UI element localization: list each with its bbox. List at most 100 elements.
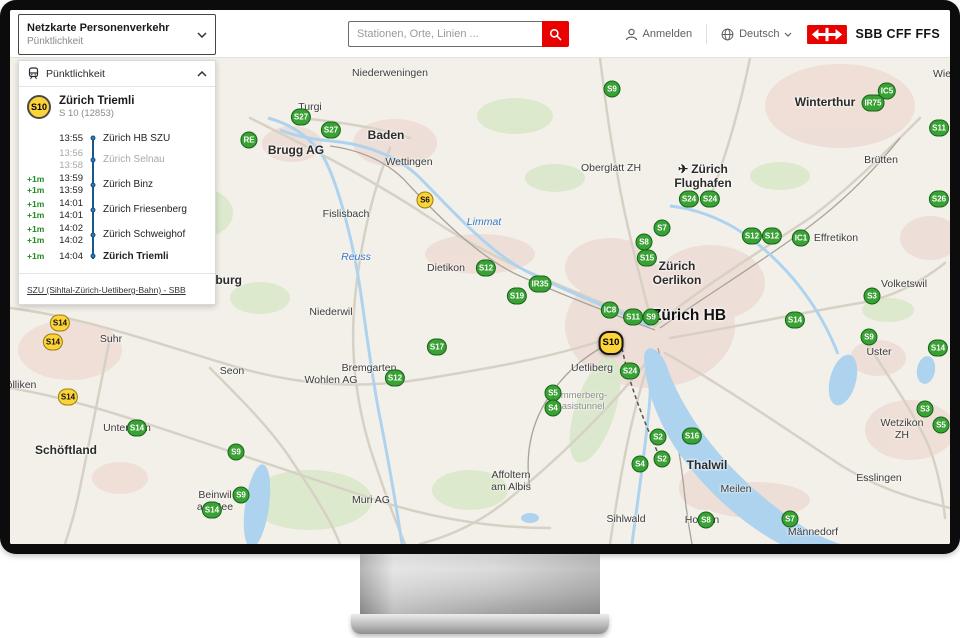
map-layer-selector[interactable]: Netzkarte Personenverkehr Pünktlichkeit [18,14,216,55]
delay-label: +1m [27,251,51,261]
train-badge[interactable]: S12 [742,228,762,245]
map-label: Kölliken [10,379,36,391]
map-label-text: Fislisbach [323,208,370,220]
language-label: Deutsch [739,28,779,40]
stop-row[interactable]: +1m+1m14:0214:02Zürich Schweighof [27,222,209,247]
train-badge[interactable]: IR75 [862,95,885,112]
train-badge[interactable]: S14 [928,340,948,357]
stop-row[interactable]: 13:55Zürich HB SZU [27,129,209,147]
map-label: ✈Zürich Flughafen [674,163,731,191]
map-label-text: Suhr [100,333,122,345]
train-badge[interactable]: S14 [785,312,805,329]
punctuality-panel: Pünktlichkeit S10 Zürich Triemli S 10 (1… [18,60,216,305]
selected-train-badge[interactable]: S10 [599,331,624,355]
train-badge[interactable]: S14 [58,389,78,406]
panel-title: Pünktlichkeit [46,68,191,80]
train-badge[interactable]: S14 [50,315,70,332]
map-label-text: Wetzikon ZH [881,417,924,441]
logo-text: SBB CFF FFS [855,27,940,41]
stop-time: 13:59 [59,173,83,184]
map-label: Männedorf [788,526,838,538]
timeline-cell [85,198,101,221]
train-badge[interactable]: S3 [864,288,881,305]
map-label-text: Zürich Oerlikon [653,259,702,287]
map-label-text: Baden [368,128,405,142]
train-badge[interactable]: S24 [620,363,640,380]
train-badge[interactable]: S12 [385,370,405,387]
time-column: 14:0114:01 [51,198,85,221]
train-badge[interactable]: S24 [679,191,699,208]
train-badge[interactable]: S2 [654,451,671,468]
map-label-text: Wettingen [385,156,432,168]
language-selector[interactable]: Deutsch [721,28,792,41]
train-badge[interactable]: S26 [929,191,949,208]
train-badge[interactable]: RE [240,132,257,149]
stop-time: 14:02 [59,223,83,234]
train-badge[interactable]: S19 [507,288,527,305]
chevron-up-icon[interactable] [197,71,207,77]
timeline-cell [85,130,101,146]
train-badge[interactable]: S9 [228,444,245,461]
train-badge[interactable]: S24 [700,191,720,208]
map-label-text: Uetliberg [571,362,613,374]
train-icon [27,67,40,80]
train-badge[interactable]: S8 [698,512,715,529]
train-badge[interactable]: IC1 [792,230,810,247]
train-badge[interactable]: S3 [917,401,934,418]
train-badge[interactable]: S15 [637,250,657,267]
map-label: Esslingen [856,472,902,484]
train-badge[interactable]: S14 [202,502,222,519]
stop-row[interactable]: +1m+1m14:0114:01Zürich Friesenberg [27,197,209,222]
timeline-dot [91,232,96,237]
stop-row[interactable]: 13:5613:58Zürich Selnau [27,147,209,172]
train-badge[interactable]: S14 [127,420,147,437]
train-badge[interactable]: S7 [782,511,799,528]
map-label-text: Oberglatt ZH [581,162,641,174]
login-button[interactable]: Anmelden [625,28,693,41]
stop-row[interactable]: +1m+1m13:5913:59Zürich Binz [27,172,209,197]
map-label-text: Zürich Flughafen [674,162,731,190]
train-badge[interactable]: S11 [623,309,643,326]
stop-row[interactable]: +1m14:04Zürich Triemli [27,247,209,265]
search-input[interactable] [348,21,542,47]
map-label: Brütten [864,154,898,166]
delay-column: +1m [27,251,51,261]
stop-name: Zürich Schweighof [101,229,209,240]
train-badge[interactable]: S4 [545,400,562,417]
delay-label: +1m [27,185,51,195]
operator-link[interactable]: SZU (Sihltal-Zürich-Uetliberg-Bahn) - SB… [27,285,186,295]
timeline-cell [85,173,101,196]
layer-selector-text: Netzkarte Personenverkehr Pünktlichkeit [27,22,197,47]
train-badge[interactable]: S9 [643,309,660,326]
train-badge[interactable]: S12 [476,260,496,277]
train-badge[interactable]: S16 [682,428,702,445]
map-label: Thalwil [687,459,728,473]
train-badge[interactable]: S12 [762,228,782,245]
map-label: Zürich Oerlikon [653,260,702,288]
train-badge[interactable]: S9 [604,81,621,98]
panel-header[interactable]: Pünktlichkeit [19,61,215,87]
sbb-logo[interactable]: SBB CFF FFS [806,25,940,44]
train-badge[interactable]: IR35 [529,276,552,293]
train-badge[interactable]: S14 [43,334,63,351]
map-label-text: Sihlwald [606,513,645,525]
train-badge[interactable]: S27 [321,122,341,139]
train-badge[interactable]: S9 [233,487,250,504]
delay-column: +1m+1m [27,199,51,220]
train-badge[interactable]: S27 [291,109,311,126]
train-badge[interactable]: S4 [632,456,649,473]
train-badge[interactable]: S9 [861,329,878,346]
train-badge[interactable]: S11 [929,120,949,137]
train-badge[interactable]: S7 [654,220,671,237]
map-label: Oberglatt ZH [581,162,641,174]
search-button[interactable] [542,21,569,47]
chevron-down-icon [784,32,792,37]
train-badge[interactable]: S8 [636,234,653,251]
train-badge[interactable]: S2 [650,429,667,446]
stop-time: 14:04 [59,251,83,262]
train-badge[interactable]: S17 [427,339,447,356]
train-badge[interactable]: S6 [417,192,434,209]
timeline-cell [85,223,101,246]
train-badge[interactable]: IC8 [601,302,619,319]
train-badge[interactable]: S5 [933,417,950,434]
